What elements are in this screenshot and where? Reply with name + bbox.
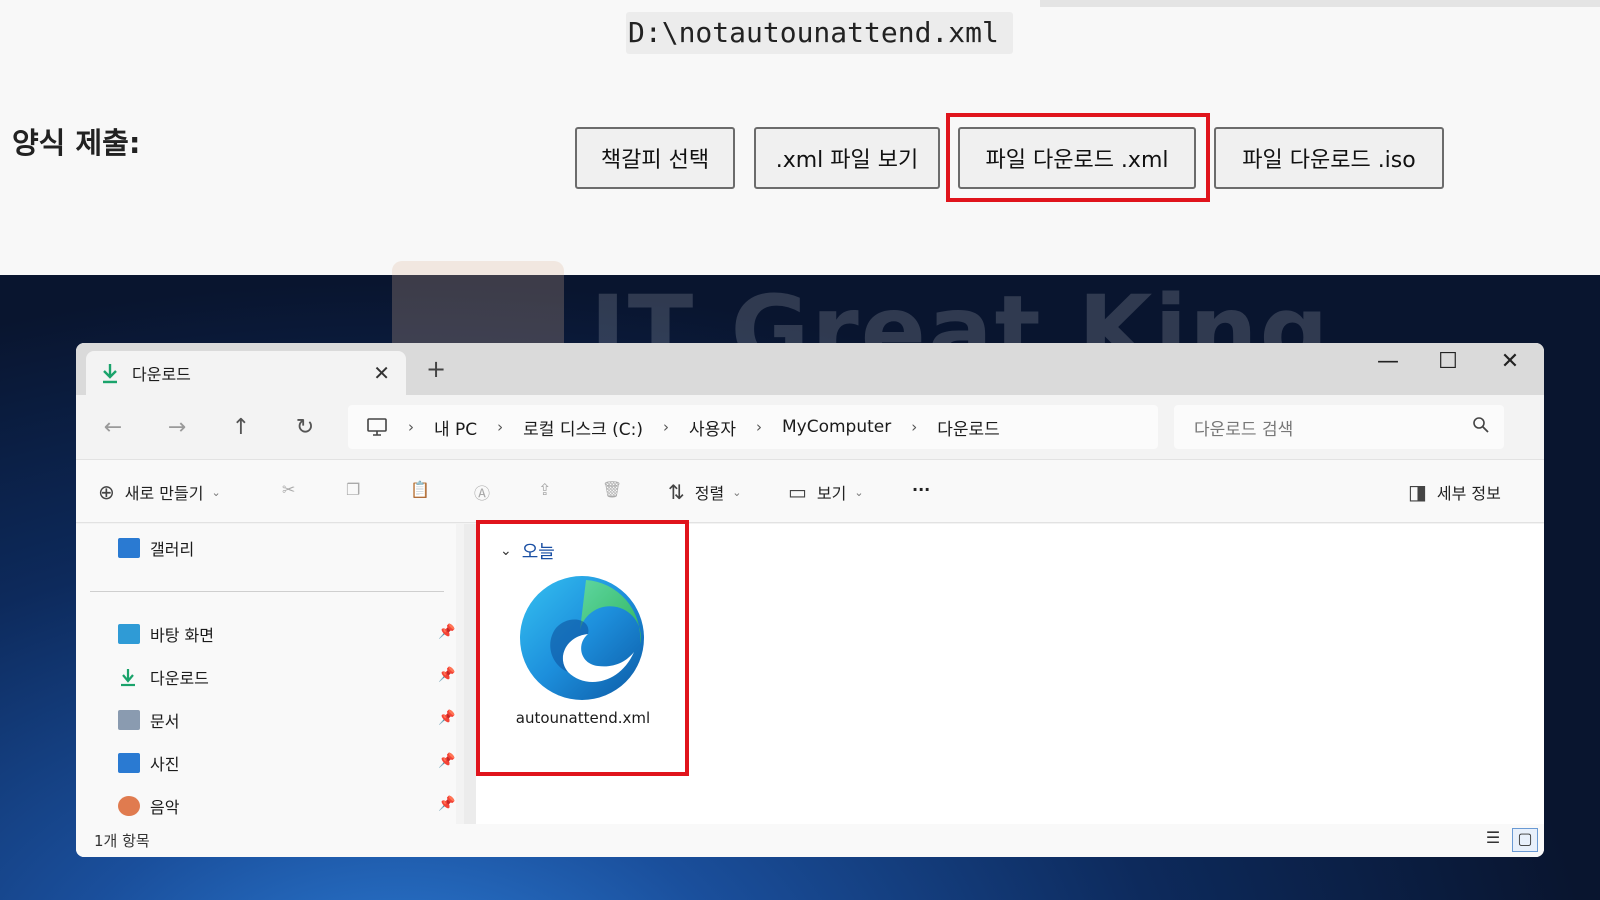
- gallery-icon: [118, 538, 140, 558]
- plus-circle-icon: ⊕: [98, 480, 115, 504]
- title-bar: 다운로드 ✕ + — ☐ ✕: [76, 343, 1544, 395]
- search-icon: [1473, 417, 1489, 433]
- top-strip: [1040, 0, 1600, 7]
- cut-icon[interactable]: ✂: [282, 480, 295, 499]
- new-button[interactable]: ⊕ 새로 만들기 ⌄: [98, 480, 221, 504]
- close-button[interactable]: ✕: [1490, 349, 1530, 374]
- tab-close-icon[interactable]: ✕: [373, 361, 390, 385]
- sidebar-item-label: 다운로드: [150, 669, 209, 688]
- pin-icon[interactable]: 📌: [438, 796, 455, 812]
- tab-downloads[interactable]: 다운로드 ✕: [86, 351, 406, 395]
- delete-icon[interactable]: 🗑: [602, 480, 622, 499]
- monitor-icon: [367, 418, 387, 436]
- form-label: 양식 제출:: [12, 126, 141, 160]
- sidebar-divider: [90, 591, 444, 592]
- desktop-icon: [118, 624, 140, 644]
- rename-icon[interactable]: Ⓐ: [474, 480, 490, 504]
- chevron-down-icon: ⌄: [854, 485, 864, 499]
- command-bar: ⊕ 새로 만들기 ⌄ ✂ ❐ 📋 Ⓐ ⇪ 🗑 ⇅ 정렬 ⌄ ▭ 보기 ⌄ ···…: [76, 459, 1544, 523]
- breadcrumb-separator: ›: [663, 418, 670, 436]
- sidebar-item-label: 음악: [150, 798, 180, 817]
- music-icon: [118, 796, 140, 816]
- details-pane-button[interactable]: ◨ 세부 정보: [1408, 480, 1501, 504]
- list-view-icon[interactable]: ☰: [1480, 828, 1506, 852]
- details-pane-icon: ◨: [1408, 480, 1427, 504]
- breadcrumb-local-disk[interactable]: 로컬 디스크 (C:): [523, 415, 643, 440]
- copy-icon[interactable]: ❐: [346, 480, 360, 499]
- document-icon: [118, 710, 140, 730]
- downloaded-file-highlight: [476, 520, 689, 776]
- breadcrumb-users[interactable]: 사용자: [689, 415, 736, 440]
- sidebar-item-label: 문서: [150, 712, 180, 731]
- sort-button[interactable]: ⇅ 정렬 ⌄: [668, 480, 741, 504]
- item-count: 1개 항목: [94, 832, 150, 850]
- sidebar-item-label: 사진: [150, 755, 180, 774]
- address-bar[interactable]: › 내 PC › 로컬 디스크 (C:) › 사용자 › MyComputer …: [348, 405, 1158, 449]
- navigation-pane: 갤러리 바탕 화면 📌 다운로드 📌 문서 📌 사진 📌 음악 📌: [76, 524, 456, 824]
- select-bookmark-button[interactable]: 책갈피 선택: [575, 127, 735, 189]
- download-icon: [118, 667, 140, 687]
- view-label: 보기: [816, 484, 847, 503]
- details-label: 세부 정보: [1436, 484, 1501, 503]
- sort-label: 정렬: [694, 484, 725, 503]
- sidebar-item-pictures[interactable]: 사진: [118, 751, 179, 775]
- pin-icon[interactable]: 📌: [438, 753, 455, 769]
- new-tab-button[interactable]: +: [426, 355, 446, 383]
- share-icon[interactable]: ⇪: [538, 480, 551, 499]
- breadcrumb-downloads[interactable]: 다운로드: [937, 415, 1000, 440]
- back-button[interactable]: ←: [98, 415, 128, 440]
- paste-icon[interactable]: 📋: [410, 480, 430, 499]
- minimize-button[interactable]: —: [1368, 349, 1408, 374]
- status-bar: 1개 항목 ☰ ▢: [76, 824, 1544, 857]
- output-path: D:\notautounattend.xml: [626, 12, 1013, 54]
- pictures-icon: [118, 753, 140, 773]
- sidebar-item-gallery[interactable]: 갤러리: [118, 536, 194, 560]
- breadcrumb-separator: ›: [497, 418, 504, 436]
- sidebar-item-documents[interactable]: 문서: [118, 708, 179, 732]
- sidebar-item-desktop[interactable]: 바탕 화면: [118, 622, 214, 646]
- sidebar-item-downloads[interactable]: 다운로드: [118, 665, 209, 689]
- forward-button[interactable]: →: [162, 415, 192, 440]
- download-xml-highlight: [946, 113, 1210, 202]
- up-button[interactable]: ↑: [226, 415, 256, 440]
- navigation-bar: ← → ↑ ↻ › 내 PC › 로컬 디스크 (C:) › 사용자 › MyC…: [76, 395, 1544, 459]
- more-options-button[interactable]: ···: [912, 480, 930, 499]
- sort-icon: ⇅: [668, 480, 685, 504]
- new-label: 새로 만들기: [124, 484, 204, 503]
- search-placeholder: 다운로드 검색: [1194, 419, 1294, 440]
- sidebar-scrollbar[interactable]: [464, 524, 476, 824]
- pin-icon[interactable]: 📌: [438, 667, 455, 683]
- sidebar-item-label: 바탕 화면: [150, 626, 214, 645]
- breadcrumb-separator: ›: [755, 418, 762, 436]
- download-icon: [103, 364, 117, 384]
- chevron-down-icon: ⌄: [732, 485, 742, 499]
- breadcrumb-separator: ›: [911, 418, 918, 436]
- breadcrumb-separator: ›: [408, 418, 414, 436]
- sidebar-item-label: 갤러리: [150, 540, 195, 559]
- tiles-view-icon[interactable]: ▢: [1512, 828, 1538, 852]
- download-iso-button[interactable]: 파일 다운로드 .iso: [1214, 127, 1444, 189]
- view-xml-button[interactable]: .xml 파일 보기: [754, 127, 940, 189]
- pin-icon[interactable]: 📌: [438, 710, 455, 726]
- view-icon: ▭: [788, 480, 807, 504]
- pin-icon[interactable]: 📌: [438, 624, 455, 640]
- view-button[interactable]: ▭ 보기 ⌄: [788, 480, 864, 504]
- file-explorer-window: 다운로드 ✕ + — ☐ ✕ ← → ↑ ↻ › 내 PC › 로컬 디스크 (…: [76, 343, 1544, 857]
- web-form-area: D:\notautounattend.xml 양식 제출: 책갈피 선택 .xm…: [0, 0, 1600, 275]
- refresh-button[interactable]: ↻: [290, 415, 320, 440]
- sidebar-item-music[interactable]: 음악: [118, 794, 179, 818]
- breadcrumb-this-pc[interactable]: 내 PC: [434, 415, 477, 440]
- chevron-down-icon: ⌄: [211, 485, 221, 499]
- maximize-button[interactable]: ☐: [1428, 349, 1468, 374]
- tab-label: 다운로드: [132, 365, 191, 384]
- breadcrumb-mycomputer[interactable]: MyComputer: [782, 417, 891, 437]
- search-input[interactable]: 다운로드 검색: [1174, 405, 1504, 449]
